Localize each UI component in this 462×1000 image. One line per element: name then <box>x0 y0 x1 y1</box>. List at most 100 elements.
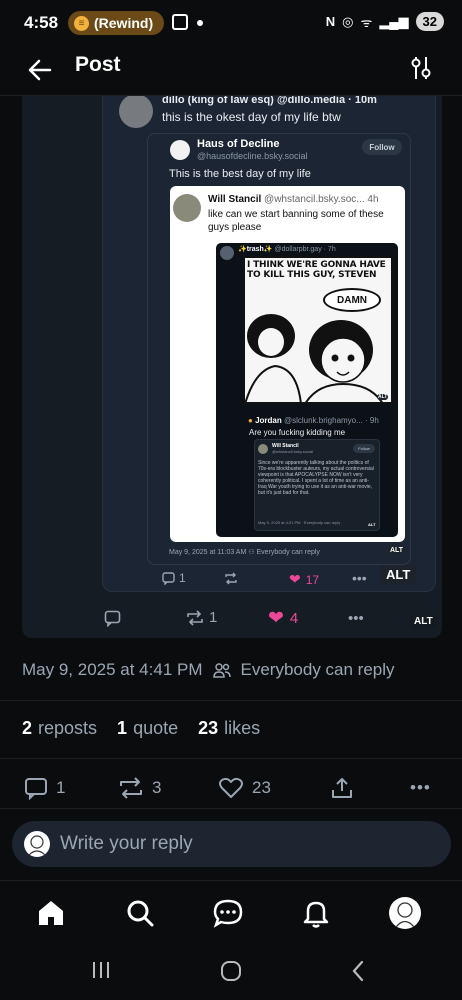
repost-icon <box>120 777 142 799</box>
user-sketch-icon <box>28 835 46 856</box>
repost-button[interactable]: 3 <box>118 776 161 800</box>
quote-date: May 9, 2025 at 11:03 AM <box>169 549 247 556</box>
like-count: 23 <box>252 778 271 797</box>
heart-outline-icon <box>219 777 243 798</box>
quote-timestamp: May 9, 2025 at 4:21 PM · Everybody can r… <box>258 520 341 525</box>
recent-apps-icon[interactable] <box>90 960 112 980</box>
post-meta: May 9, 2025 at 4:41 PM Everybody can rep… <box>22 660 395 680</box>
nfc-icon: N <box>325 14 336 29</box>
sliders-icon[interactable] <box>410 54 432 82</box>
repost-count: 3 <box>152 778 162 797</box>
bottom-nav <box>0 880 462 946</box>
reply-icon[interactable] <box>104 610 121 627</box>
repost-action[interactable]: 1 <box>186 609 217 626</box>
comic-image[interactable]: I THINK WE'RE GONNA HAVE TO KILL THIS GU… <box>243 256 393 404</box>
status-time: 4:58 <box>24 13 59 32</box>
divider <box>0 758 462 759</box>
quote-card[interactable]: Will Stancil @whstancil.bsky.social Foll… <box>254 439 380 531</box>
home-button-icon[interactable] <box>219 959 243 983</box>
quote-author-handle: @hausofdecline.bsky.social <box>197 151 308 161</box>
comic-drawing-icon <box>245 314 383 402</box>
quotes-label: quote <box>133 718 179 738</box>
quote-author-name: ✨trash✨ <box>238 246 273 253</box>
status-bar: 4:58 ≡ (Rewind) N ◎ ᯤ ▂▄▆ 32 <box>0 0 462 46</box>
reply-action[interactable]: 1 <box>162 571 186 585</box>
heart-filled-icon: ❤ <box>268 608 284 629</box>
system-icons: N ◎ ᯤ ▂▄▆ 32 <box>326 12 444 31</box>
repost-icon[interactable] <box>224 572 238 585</box>
comic-speech-1: I THINK WE'RE GONNA HAVE TO KILL THIS GU… <box>247 260 386 280</box>
alt-badge[interactable]: ALT <box>388 547 406 554</box>
avatar: ● <box>248 416 253 425</box>
share-icon[interactable] <box>330 776 354 800</box>
home-icon[interactable] <box>35 897 67 929</box>
more-icon[interactable]: ••• <box>348 610 364 627</box>
people-icon <box>212 663 231 678</box>
people-icon: ⚇ <box>248 549 257 556</box>
reposts-stat[interactable]: 2 reposts <box>22 718 97 739</box>
alt-badge[interactable]: ALT <box>377 394 389 400</box>
avatar <box>24 831 50 857</box>
reply-setting[interactable]: Everybody can reply <box>241 660 395 680</box>
quote-author-name: Jordan <box>255 416 282 425</box>
back-nav-icon[interactable] <box>350 959 366 983</box>
reply-icon <box>162 571 175 585</box>
back-arrow-icon[interactable] <box>26 56 54 84</box>
rewind-label: (Rewind) <box>94 15 154 31</box>
quote-age: 4h <box>367 194 379 205</box>
alt-badge[interactable]: ALT <box>410 615 437 628</box>
notifications-icon[interactable] <box>300 897 332 929</box>
alt-badge[interactable]: ALT <box>380 565 417 584</box>
quote-text: Since we're apparently talking about the… <box>258 460 374 496</box>
quote-text: This is the best day of my life <box>169 168 311 180</box>
reposts-label: reposts <box>38 718 98 738</box>
rewind-badge[interactable]: ≡ (Rewind) <box>68 11 164 35</box>
profile-avatar[interactable] <box>389 897 421 929</box>
user-sketch-icon <box>395 902 415 928</box>
likes-stat[interactable]: 23 likes <box>198 718 260 739</box>
post-header: Post <box>0 46 462 96</box>
reply-composer[interactable] <box>12 821 451 867</box>
quotes-count: 1 <box>117 718 128 738</box>
divider <box>0 808 462 809</box>
avatar <box>220 246 234 260</box>
reply-count: 1 <box>56 778 66 797</box>
reply-button[interactable]: 1 <box>24 776 65 800</box>
outer-post-text: this is the okest day of my life btw <box>162 110 341 124</box>
repost-icon <box>187 609 203 626</box>
reply-count: 1 <box>179 571 186 585</box>
reply-input[interactable] <box>60 829 420 859</box>
quote-timestamp: May 9, 2025 at 11:03 AM ⚇ Everybody can … <box>169 548 320 556</box>
like-action[interactable]: ❤ 4 <box>268 607 298 630</box>
quote-author-handle: @slclunk.brighamyo... · 9h <box>283 416 379 425</box>
page-title: Post <box>75 53 121 76</box>
divider <box>0 700 462 701</box>
like-count: 17 <box>305 572 320 587</box>
quote-reply-setting: Everybody can reply <box>256 549 320 556</box>
repost-count: 1 <box>209 609 218 626</box>
avatar <box>173 194 201 222</box>
search-icon[interactable] <box>124 897 156 929</box>
quote-author-handle: @whstancil.bsky.soc... <box>264 194 365 205</box>
battery-indicator: 32 <box>415 12 444 31</box>
screenshot-icon <box>172 14 188 30</box>
quote-text: like can we start banning some of these … <box>208 209 384 233</box>
likes-count: 23 <box>198 718 219 738</box>
follow-button[interactable]: Follow <box>353 444 375 453</box>
like-action[interactable]: ❤ 17 <box>289 571 319 588</box>
like-button[interactable]: 23 <box>218 776 271 800</box>
quote-text: Are you fucking kidding me <box>249 428 346 437</box>
alt-badge[interactable]: ALT <box>367 522 377 527</box>
follow-button[interactable]: Follow <box>362 139 402 155</box>
quote-author-handle: @dollarpbr.gay · 7h <box>274 246 336 253</box>
spotify-icon: ≡ <box>74 15 89 31</box>
likes-label: likes <box>224 718 261 738</box>
post-stats: 2 reposts 1 quote 23 likes <box>22 718 260 739</box>
avatar <box>170 140 190 160</box>
more-icon[interactable]: ••• <box>352 570 367 586</box>
signal-icon: ▂▄▆ <box>379 13 409 29</box>
post-date: May 9, 2025 at 4:41 PM <box>22 660 203 679</box>
more-icon[interactable]: ••• <box>410 778 431 798</box>
quotes-stat[interactable]: 1 quote <box>117 718 178 739</box>
chat-icon[interactable] <box>212 897 244 929</box>
